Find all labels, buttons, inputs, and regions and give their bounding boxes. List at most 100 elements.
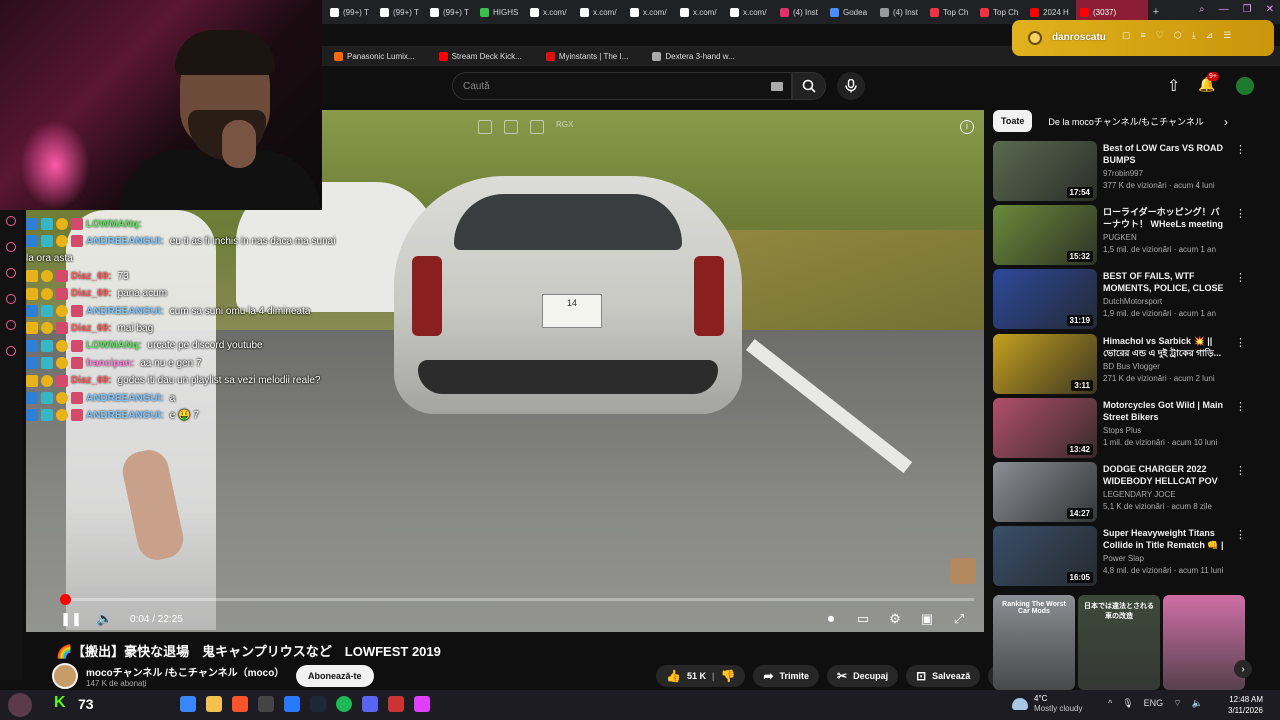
browser-tab[interactable]: Top Ch (926, 0, 976, 24)
download-icon[interactable]: ⤓ (1192, 30, 1196, 41)
puzzle-icon[interactable]: ⬡ (1174, 30, 1182, 41)
account-avatar[interactable] (1236, 77, 1254, 95)
recommended-video[interactable]: 14:27 DODGE CHARGER 2022 WIDEBODY HELLCAT… (993, 462, 1246, 522)
file-explorer-icon[interactable] (206, 696, 222, 712)
thumbs-down-icon[interactable]: 👎 (721, 669, 736, 683)
chat-username[interactable]: ANDREEANGUI: (86, 393, 164, 404)
progress-scrubber[interactable] (59, 594, 71, 605)
theater-mode-icon[interactable]: ▣ (918, 610, 936, 628)
obs-icon[interactable] (258, 696, 274, 712)
language-indicator[interactable]: ENG (1144, 698, 1164, 709)
recommended-video[interactable]: 15:32 ローライダーホッピング！バーナウト！ WHeeLs meeting .… (993, 205, 1246, 266)
recommended-video[interactable]: 31:19 BEST OF FAILS, WTF MOMENTS, POLICE,… (993, 269, 1246, 330)
like-button[interactable]: 👍 51 K | 👎 (656, 665, 746, 687)
chat-username[interactable]: LOWMANq: (86, 340, 142, 351)
weather-widget[interactable]: 4°C Mostly cloudy (1012, 694, 1082, 714)
more-vert-icon[interactable]: ⋮ (1235, 143, 1246, 156)
video-thumbnail[interactable]: 16:05 (993, 526, 1097, 587)
video-title[interactable]: BEST OF FAILS, WTF MOMENTS, POLICE, CLOS… (1103, 270, 1227, 294)
more-vert-icon[interactable]: ⋮ (1235, 271, 1246, 284)
volume-icon[interactable]: 🔊 (96, 610, 114, 628)
chat-username[interactable]: LOWMANq: (86, 219, 142, 230)
browser-tab[interactable]: (99+) T (326, 0, 376, 24)
more-vert-icon[interactable]: ⋮ (1235, 207, 1246, 220)
more-vert-icon[interactable]: ⋮ (1235, 400, 1246, 413)
menu-icon[interactable]: ☰ (1223, 30, 1231, 41)
store-icon[interactable] (284, 696, 300, 712)
browser-tab[interactable]: x.com/ (676, 0, 726, 24)
browser-tab[interactable]: x.com/ (626, 0, 676, 24)
heart-icon[interactable]: ♡ (1156, 30, 1164, 41)
info-icon[interactable]: i (960, 120, 974, 134)
short-thumbnail[interactable]: 日本では違法とされる車の改造 (1078, 595, 1160, 690)
channel-name[interactable]: Stops Plus (1103, 426, 1141, 435)
keyboard-icon[interactable] (771, 82, 783, 91)
chip-from-channel[interactable]: De la mocoチャンネル/もこチャンネル（m (1040, 110, 1210, 132)
channel-name[interactable]: BD Bus Vlogger (1103, 362, 1160, 371)
close-icon[interactable]: ✕ (1266, 4, 1274, 15)
chip-all[interactable]: Toate (993, 110, 1033, 132)
more-vert-icon[interactable]: ⋮ (1235, 528, 1246, 541)
app-icon[interactable] (388, 696, 404, 712)
video-thumbnail[interactable]: 31:19 (993, 269, 1097, 330)
chat-username[interactable]: francipan: (86, 358, 134, 369)
browser-tab[interactable]: x.com/ (576, 0, 626, 24)
browser-tab[interactable]: (4) Inst (876, 0, 926, 24)
channel-avatar[interactable] (52, 663, 78, 689)
autoplay-toggle-icon[interactable]: ⏺ (822, 610, 840, 628)
chat-username[interactable]: Diaz_69: (71, 271, 112, 282)
windows-start-icon[interactable] (180, 696, 196, 712)
list-icon[interactable]: ≡ (1141, 30, 1146, 41)
video-title[interactable]: Best of LOW Cars VS ROAD BUMPS (1103, 142, 1227, 166)
bookmark[interactable]: Stream Deck Kick... (438, 51, 522, 61)
short-thumbnail[interactable]: Ranking The Worst Car Mods (993, 595, 1075, 690)
more-vert-icon[interactable]: ⋮ (1235, 464, 1246, 477)
voice-search-button[interactable] (837, 72, 865, 100)
recommended-video[interactable]: 3:11 Himachol vs Sarbick 💥 || ভোরের এন্ড … (993, 333, 1246, 394)
video-thumbnail[interactable]: 17:54 (993, 141, 1097, 201)
skip-icon[interactable] (530, 120, 544, 134)
video-thumbnail[interactable]: 3:11 (993, 333, 1097, 394)
chat-username[interactable]: Diaz_69: (71, 288, 112, 299)
steam-icon[interactable] (310, 696, 326, 712)
video-title[interactable]: DODGE CHARGER 2022 WIDEBODY HELLCAT POV … (1103, 463, 1227, 487)
channel-name[interactable]: Power Slap (1103, 554, 1144, 563)
sidebar-icon[interactable] (6, 242, 16, 252)
subtitles-icon[interactable]: ▭ (854, 610, 872, 628)
subscribe-button[interactable]: Abonează-te (296, 665, 374, 687)
recommended-video[interactable]: 17:54 Best of LOW Cars VS ROAD BUMPS 97rob… (993, 141, 1246, 201)
chevron-right-icon[interactable]: › (1224, 115, 1228, 129)
wifi-icon[interactable]: ⌔ (1173, 698, 1181, 709)
channel-name[interactable]: DutchMotorsport (1103, 297, 1162, 306)
browser-tab[interactable]: HIGHS (476, 0, 526, 24)
expand-icon[interactable] (504, 120, 518, 134)
sidebar-icon[interactable] (6, 320, 16, 330)
upload-icon[interactable]: ⇧ (1167, 76, 1180, 96)
video-title[interactable]: Super Heavyweight Titans Collide in Titl… (1103, 527, 1227, 551)
search-button[interactable] (792, 72, 826, 100)
extension-popup[interactable]: danroscatu ▢ ≡ ♡ ⬡ ⤓ ⊿ ☰ (1012, 20, 1274, 56)
channel-name[interactable]: LEGENDARY JOCE (1103, 490, 1176, 499)
video-thumbnail[interactable]: 15:32 (993, 205, 1097, 266)
browser-tab[interactable]: (99+) T (426, 0, 476, 24)
app-icon[interactable] (414, 696, 430, 712)
video-title[interactable]: Himachol vs Sarbick 💥 || ভোরের এন্ড এ দু… (1103, 335, 1227, 359)
chevron-up-icon[interactable]: ^ (1108, 698, 1112, 709)
video-title[interactable]: ローライダーホッピング！バーナウト！ WHeeLs meeting ... (1103, 206, 1227, 230)
recommended-video[interactable]: 16:05 Super Heavyweight Titans Collide in… (993, 526, 1246, 587)
channel-watermark[interactable] (950, 558, 976, 584)
pin-icon[interactable]: ⊿ (1206, 30, 1214, 41)
settings-gear-icon[interactable]: ⚙ (886, 610, 904, 628)
mic-tray-icon[interactable]: 🎙 (1122, 698, 1133, 709)
save-button[interactable]: ⊡ Salvează (906, 665, 981, 687)
search-tabs-icon[interactable]: ⌕ (1199, 4, 1205, 15)
bookmark[interactable]: Myinstants | The I... (545, 51, 628, 61)
sidebar-icon[interactable] (6, 346, 16, 356)
bookmark[interactable]: Dextera 3-hand w... (652, 51, 735, 61)
short-thumbnail[interactable] (1163, 595, 1245, 690)
chat-username[interactable]: ANDREEANGUI: (86, 410, 164, 421)
progress-bar[interactable] (59, 594, 974, 605)
brave-browser-icon[interactable] (232, 696, 248, 712)
video-title[interactable]: Motorcycles Got Wild | Main Street Biker… (1103, 399, 1227, 423)
recommended-video[interactable]: 13:42 Motorcycles Got Wild | Main Street … (993, 397, 1246, 458)
